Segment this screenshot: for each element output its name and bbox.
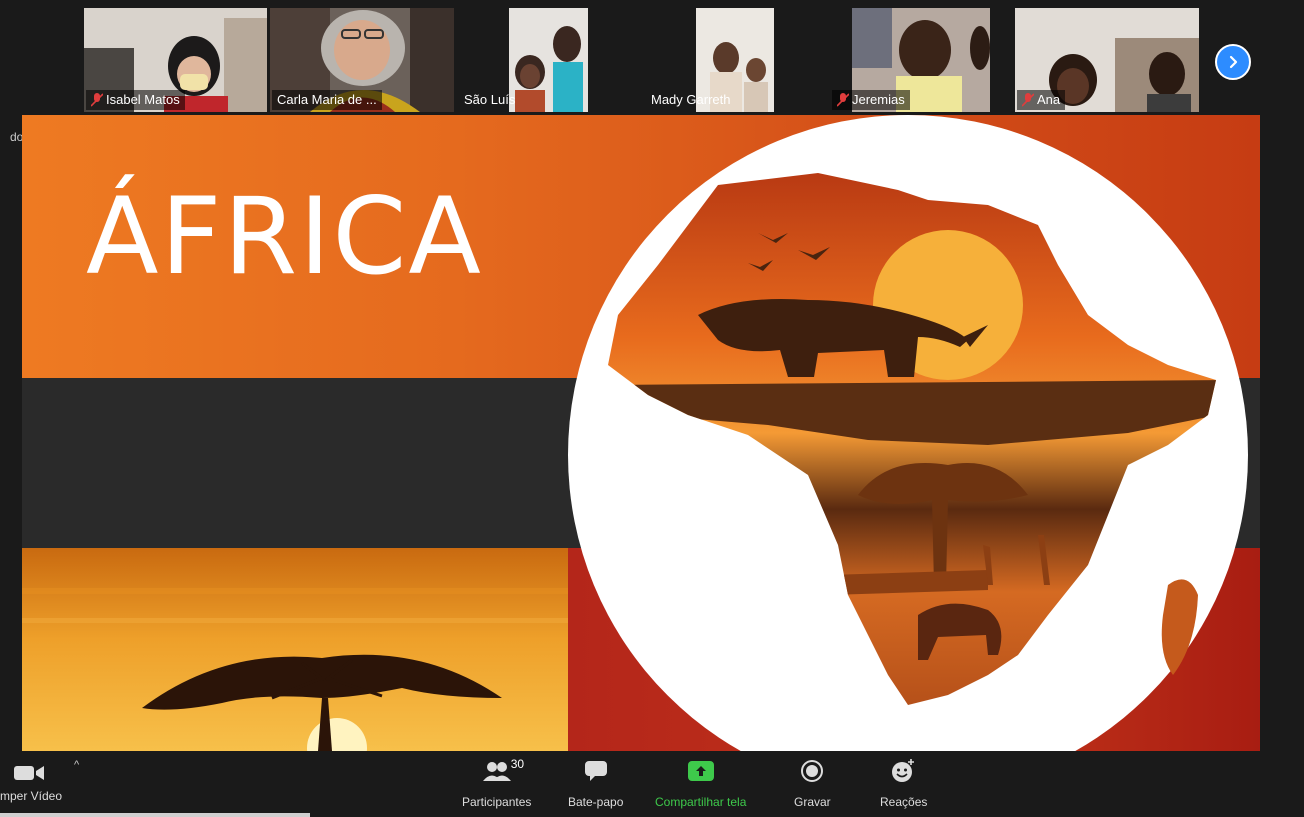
record-icon xyxy=(801,760,824,782)
mic-muted-icon xyxy=(91,93,103,107)
chevron-right-icon xyxy=(1229,55,1238,69)
participant-name-label: Isabel Matos xyxy=(86,90,185,110)
mic-muted-icon xyxy=(837,93,849,107)
mic-muted-icon xyxy=(1022,93,1034,107)
participant-tile[interactable]: Isabel Matos xyxy=(84,8,267,112)
stop-video-label: mper Vídeo xyxy=(0,789,63,803)
participant-name: Isabel Matos xyxy=(106,92,180,107)
camera-icon xyxy=(14,766,44,780)
participant-name: Mady Garreth xyxy=(651,92,731,107)
record-button[interactable]: Gravar xyxy=(794,757,831,809)
participant-tile[interactable]: Ana xyxy=(1015,8,1199,112)
next-participants-button[interactable] xyxy=(1215,44,1251,80)
shared-screen: ÁFRICA xyxy=(22,115,1260,751)
participant-tile[interactable]: Jeremias xyxy=(830,8,990,112)
participant-name-label: Ana xyxy=(1017,90,1066,110)
share-screen-label: Compartilhar tela xyxy=(655,795,747,809)
share-screen-button[interactable]: Compartilhar tela xyxy=(655,757,746,809)
share-screen-icon xyxy=(687,761,714,781)
participants-count: 30 xyxy=(510,757,525,771)
participant-strip: Isabel Matos Carla Maria de ... São Luís… xyxy=(0,0,1304,116)
sunset-tree-image xyxy=(22,548,568,751)
participant-tile[interactable]: São Luís xyxy=(457,8,588,112)
participant-name: Carla Maria de ... xyxy=(277,92,377,107)
horizontal-scrollbar[interactable] xyxy=(0,813,310,817)
participant-name-label: Carla Maria de ... xyxy=(272,90,382,110)
chat-icon xyxy=(584,761,607,781)
participant-tile-active[interactable]: Carla Maria de ... xyxy=(270,8,454,112)
participants-label: Participantes xyxy=(462,795,532,809)
participant-name-label: São Luís xyxy=(459,90,520,110)
participant-name: São Luís xyxy=(464,92,516,107)
participant-name-label: Mady Garreth xyxy=(646,90,735,110)
reactions-label: Reações xyxy=(880,795,928,809)
africa-map-illustration xyxy=(568,115,1248,751)
participant-tile[interactable]: Mady Garreth xyxy=(644,8,774,112)
meeting-toolbar: mper Vídeo ^ 30 Participantes Bate-papo … xyxy=(0,751,1304,817)
participants-icon xyxy=(482,762,511,781)
participant-name: Ana xyxy=(1037,92,1061,107)
reactions-button[interactable]: Reações xyxy=(880,757,927,809)
slide-title: ÁFRICA xyxy=(86,175,483,298)
participant-name-label: Jeremias xyxy=(832,90,910,110)
participants-button[interactable]: 30 Participantes xyxy=(462,757,531,809)
record-label: Gravar xyxy=(794,795,831,809)
reactions-icon xyxy=(891,759,914,782)
chat-button[interactable]: Bate-papo xyxy=(568,757,623,809)
chat-label: Bate-papo xyxy=(568,795,624,809)
caret-up-icon[interactable]: ^ xyxy=(74,759,79,771)
participant-name: Jeremias xyxy=(852,92,905,107)
